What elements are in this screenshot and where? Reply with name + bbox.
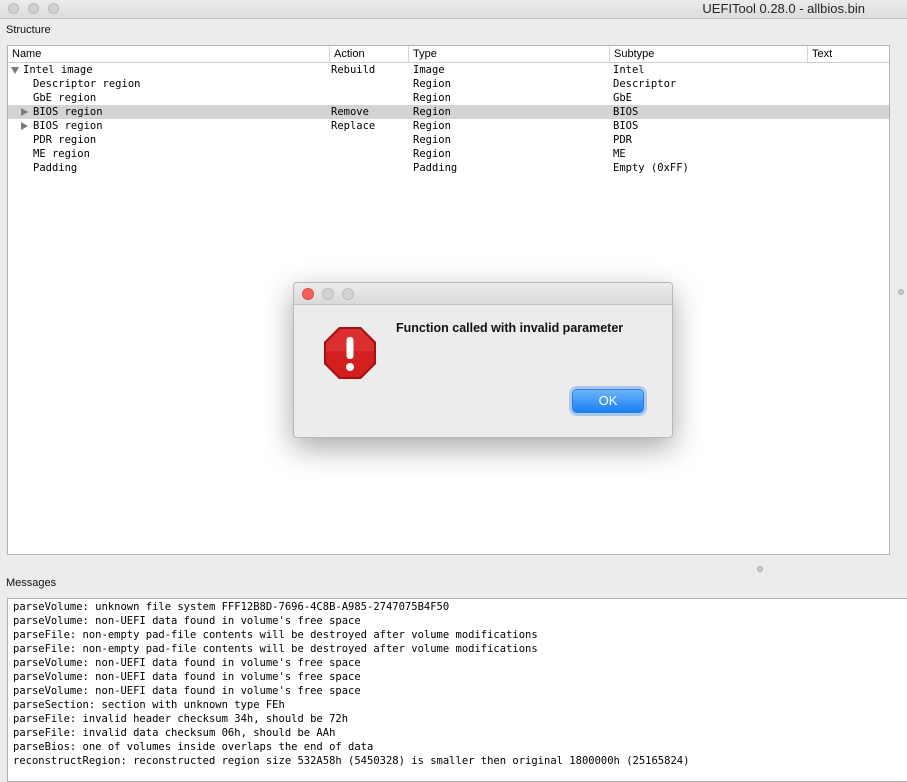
structure-label: Structure	[6, 24, 51, 36]
collapsed-triangle-icon[interactable]	[21, 122, 28, 130]
message-line: reconstructRegion: reconstructed region …	[13, 755, 690, 767]
tree-cell-subtype: GbE	[613, 92, 632, 104]
column-header-text[interactable]: Text	[808, 46, 889, 62]
tree-cell-subtype: Intel	[613, 64, 645, 76]
tree-cell-name: BIOS region	[33, 120, 103, 132]
tree-row[interactable]: PDR region Region PDR	[8, 133, 889, 147]
vertical-splitter-handle[interactable]	[898, 289, 904, 295]
tree-cell-name: Intel image	[23, 64, 93, 76]
tree-row[interactable]: BIOS region Replace Region BIOS	[8, 119, 889, 133]
column-header-subtype[interactable]: Subtype	[610, 46, 808, 62]
tree-cell-subtype: ME	[613, 148, 626, 160]
error-dialog: Function called with invalid parameter O…	[293, 282, 673, 438]
ok-button[interactable]: OK	[572, 389, 644, 413]
horizontal-splitter-handle[interactable]	[757, 566, 763, 572]
close-window-button[interactable]	[8, 3, 19, 14]
dialog-titlebar	[294, 283, 672, 305]
message-line: parseVolume: unknown file system FFF12B8…	[13, 601, 450, 613]
message-line: parseSection: section with unknown type …	[13, 699, 285, 711]
dialog-message: Function called with invalid parameter	[396, 321, 624, 335]
collapsed-triangle-icon[interactable]	[21, 108, 28, 116]
tree-row[interactable]: Intel image Rebuild Image Intel	[8, 63, 889, 77]
message-line: parseFile: non-empty pad-file contents w…	[13, 629, 538, 641]
tree-cell-action: Remove	[331, 106, 369, 118]
tree-cell-type: Region	[413, 106, 451, 118]
zoom-window-button[interactable]	[48, 3, 59, 14]
column-header-type[interactable]: Type	[409, 46, 610, 62]
tree-cell-name: GbE region	[33, 92, 97, 104]
tree-cell-name: Descriptor region	[33, 78, 141, 90]
tree-cell-name: BIOS region	[33, 106, 103, 118]
tree-cell-subtype: BIOS	[613, 120, 639, 132]
tree-cell-subtype: Empty (0xFF)	[613, 162, 689, 174]
message-line: parseVolume: non-UEFI data found in volu…	[13, 615, 361, 627]
expanded-triangle-icon[interactable]	[11, 67, 19, 74]
tree-cell-action: Replace	[331, 120, 376, 132]
message-line: parseFile: invalid data checksum 06h, sh…	[13, 727, 336, 739]
tree-cell-name: ME region	[33, 148, 90, 160]
tree-cell-type: Region	[413, 134, 451, 146]
tree-cell-type: Padding	[413, 162, 458, 174]
tree-row[interactable]: Padding Padding Empty (0xFF)	[8, 161, 889, 175]
tree-cell-type: Region	[413, 148, 451, 160]
tree-cell-type: Image	[413, 64, 445, 76]
message-line: parseVolume: non-UEFI data found in volu…	[13, 671, 361, 683]
dialog-zoom-button	[342, 288, 354, 300]
messages-label: Messages	[6, 577, 57, 589]
tree-cell-action: Rebuild	[331, 64, 376, 76]
message-line: parseFile: invalid header checksum 34h, …	[13, 713, 349, 725]
tree-row[interactable]: BIOS region Remove Region BIOS	[8, 105, 889, 119]
tree-cell-subtype: PDR	[613, 134, 632, 146]
tree-cell-name: PDR region	[33, 134, 97, 146]
minimize-window-button[interactable]	[28, 3, 39, 14]
tree-cell-type: Region	[413, 120, 451, 132]
message-line: parseFile: non-empty pad-file contents w…	[13, 643, 538, 655]
column-header-action[interactable]: Action	[330, 46, 409, 62]
tree-cell-type: Region	[413, 78, 451, 90]
message-line: parseVolume: non-UEFI data found in volu…	[13, 657, 361, 669]
tree-cell-subtype: Descriptor	[613, 78, 677, 90]
dialog-close-button[interactable]	[302, 288, 314, 300]
tree-row[interactable]: ME region Region ME	[8, 147, 889, 161]
tree-cell-subtype: BIOS	[613, 106, 639, 118]
messages-log[interactable]: parseVolume: unknown file system FFF12B8…	[7, 598, 907, 782]
tree-cell-name: Padding	[33, 162, 78, 174]
tree-header: Name Action Type Subtype Text	[8, 46, 889, 63]
message-line: parseVolume: non-UEFI data found in volu…	[13, 685, 361, 697]
tree-row[interactable]: Descriptor region Region Descriptor	[8, 77, 889, 91]
message-line: parseBios: one of volumes inside overlap…	[13, 741, 374, 753]
window-titlebar: UEFITool 0.28.0 - allbios.bin	[0, 0, 907, 19]
dialog-minimize-button	[322, 288, 334, 300]
tree-row[interactable]: GbE region Region GbE	[8, 91, 889, 105]
stop-warning-icon	[324, 327, 376, 379]
column-header-name[interactable]: Name	[8, 46, 330, 62]
window-title: UEFITool 0.28.0 - allbios.bin	[702, 1, 865, 16]
tree-cell-type: Region	[413, 92, 451, 104]
